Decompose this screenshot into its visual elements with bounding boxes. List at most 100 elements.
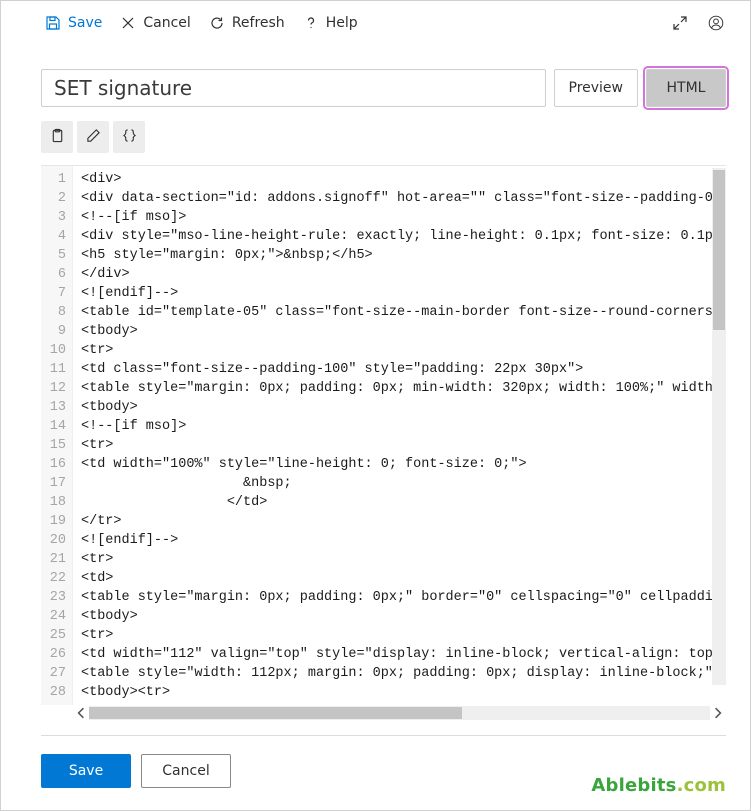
code-line[interactable]: <!--[if mso]> xyxy=(81,417,726,436)
code-line[interactable]: </td> xyxy=(81,493,726,512)
line-number: 7 xyxy=(49,284,66,303)
signature-name-input[interactable]: SET signature xyxy=(41,69,546,107)
footer: Save Cancel xyxy=(1,736,750,810)
code-editor[interactable]: 1234567891011121314151617181920212223242… xyxy=(41,166,726,705)
line-number: 2 xyxy=(49,189,66,208)
braces-icon xyxy=(122,128,137,147)
edit-button[interactable] xyxy=(77,121,109,153)
help-label: Help xyxy=(326,15,358,31)
code-line[interactable]: <tbody> xyxy=(81,607,726,626)
person-icon xyxy=(706,13,726,33)
x-icon xyxy=(120,15,136,31)
expand-icon xyxy=(672,15,688,31)
code-line[interactable]: </div> xyxy=(81,265,726,284)
code-line[interactable]: <div> xyxy=(81,170,726,189)
horizontal-scrollbar-track[interactable] xyxy=(89,706,710,720)
settings-panel: Save Cancel Refresh xyxy=(0,0,751,811)
line-number: 23 xyxy=(49,588,66,607)
line-number: 14 xyxy=(49,417,66,436)
line-number: 5 xyxy=(49,246,66,265)
code-line[interactable]: <tr> xyxy=(81,626,726,645)
code-line[interactable]: <td class="font-size--padding-100" style… xyxy=(81,360,726,379)
line-number: 1 xyxy=(49,170,66,189)
code-line[interactable]: <table id="template-05" class="font-size… xyxy=(81,303,726,322)
cancel-label: Cancel xyxy=(143,15,190,31)
account-command[interactable] xyxy=(706,13,726,33)
scroll-left-icon[interactable] xyxy=(75,707,87,719)
code-editor-container: 1234567891011121314151617181920212223242… xyxy=(41,165,726,721)
line-number: 17 xyxy=(49,474,66,493)
line-number: 12 xyxy=(49,379,66,398)
code-line[interactable]: </tr> xyxy=(81,512,726,531)
line-number: 19 xyxy=(49,512,66,531)
code-line[interactable]: <tr> xyxy=(81,436,726,455)
save-command[interactable]: Save xyxy=(45,15,102,31)
line-number-gutter: 1234567891011121314151617181920212223242… xyxy=(41,166,73,705)
expand-command[interactable] xyxy=(672,15,688,31)
horizontal-scrollbar-thumb[interactable] xyxy=(89,707,462,719)
line-number: 6 xyxy=(49,265,66,284)
refresh-label: Refresh xyxy=(232,15,285,31)
save-button[interactable]: Save xyxy=(41,754,131,788)
code-line[interactable]: <table style="margin: 0px; padding: 0px;… xyxy=(81,379,726,398)
code-line[interactable]: <div data-section="id: addons.signoff" h… xyxy=(81,189,726,208)
line-number: 4 xyxy=(49,227,66,246)
code-line[interactable]: <div style="mso-line-height-rule: exactl… xyxy=(81,227,726,246)
vertical-scrollbar[interactable] xyxy=(712,168,726,685)
watermark: Ablebits.com xyxy=(591,775,726,796)
code-line[interactable] xyxy=(81,702,726,705)
save-icon xyxy=(45,15,61,31)
code-line[interactable]: <tr> xyxy=(81,550,726,569)
pencil-icon xyxy=(86,128,101,147)
line-number: 9 xyxy=(49,322,66,341)
line-number: 22 xyxy=(49,569,66,588)
scroll-right-icon[interactable] xyxy=(712,707,724,719)
editor-toolbar xyxy=(1,107,750,161)
horizontal-scrollbar[interactable] xyxy=(73,705,726,721)
code-line[interactable]: <tbody> xyxy=(81,398,726,417)
line-number: 21 xyxy=(49,550,66,569)
refresh-icon xyxy=(209,15,225,31)
line-number: 26 xyxy=(49,645,66,664)
code-line[interactable]: <table style="width: 112px; margin: 0px;… xyxy=(81,664,726,683)
code-line[interactable]: <![endif]--> xyxy=(81,284,726,303)
code-line[interactable]: <td width="112" valign="top" style="disp… xyxy=(81,645,726,664)
refresh-command[interactable]: Refresh xyxy=(209,15,285,31)
braces-button[interactable] xyxy=(113,121,145,153)
tab-preview[interactable]: Preview xyxy=(554,69,639,107)
line-number: 13 xyxy=(49,398,66,417)
line-number: 20 xyxy=(49,531,66,550)
code-line[interactable]: &nbsp; xyxy=(81,474,726,493)
line-number: 28 xyxy=(49,683,66,702)
code-line[interactable]: <table style="margin: 0px; padding: 0px;… xyxy=(81,588,726,607)
line-number: 15 xyxy=(49,436,66,455)
tab-html[interactable]: HTML xyxy=(646,69,726,107)
line-number: 27 xyxy=(49,664,66,683)
code-line[interactable]: <![endif]--> xyxy=(81,531,726,550)
paste-button[interactable] xyxy=(41,121,73,153)
code-line[interactable]: <td width="100%" style="line-height: 0; … xyxy=(81,455,726,474)
command-bar: Save Cancel Refresh xyxy=(1,1,750,45)
code-line[interactable]: <tbody> xyxy=(81,322,726,341)
cancel-command[interactable]: Cancel xyxy=(120,15,190,31)
line-number: 8 xyxy=(49,303,66,322)
title-row: SET signature Preview HTML xyxy=(1,69,750,107)
line-number: 16 xyxy=(49,455,66,474)
help-icon xyxy=(303,15,319,31)
code-content[interactable]: <div><div data-section="id: addons.signo… xyxy=(73,166,726,705)
code-line[interactable]: <tr> xyxy=(81,341,726,360)
line-number: 10 xyxy=(49,341,66,360)
save-label: Save xyxy=(68,15,102,31)
code-line[interactable]: <h5 style="margin: 0px;">&nbsp;</h5> xyxy=(81,246,726,265)
cancel-button[interactable]: Cancel xyxy=(141,754,231,788)
code-line[interactable]: <!--[if mso]> xyxy=(81,208,726,227)
code-line[interactable]: <tbody><tr> xyxy=(81,683,726,702)
code-line[interactable]: <td> xyxy=(81,569,726,588)
line-number: 24 xyxy=(49,607,66,626)
help-command[interactable]: Help xyxy=(303,15,358,31)
line-number: 3 xyxy=(49,208,66,227)
vertical-scrollbar-thumb[interactable] xyxy=(713,170,725,330)
line-number: 11 xyxy=(49,360,66,379)
clipboard-icon xyxy=(50,128,65,147)
signature-name-value: SET signature xyxy=(54,76,192,100)
